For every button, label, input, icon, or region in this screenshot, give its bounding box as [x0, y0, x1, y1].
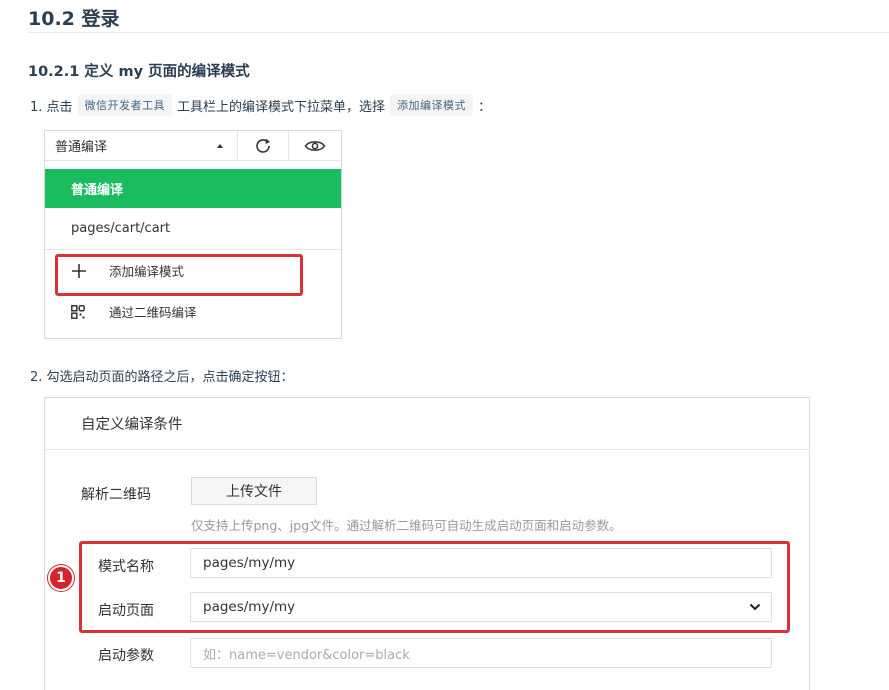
step-1-suffix: ： [478, 99, 492, 115]
annotation-highlight-add-mode [55, 254, 303, 296]
compile-mode-selected: 普通编译 [55, 140, 108, 155]
qr-parse-label: 解析二维码 [81, 487, 151, 503]
menu-item-label: 普通编译 [71, 183, 124, 198]
menu-item-normal-compile[interactable]: 普通编译 [45, 169, 341, 208]
menu-item-label: 通过二维码编译 [109, 305, 197, 320]
caret-up-icon [216, 143, 223, 148]
step-1: 1. 点击 微信开发者工具 工具栏上的编译模式下拉菜单，选择 添加编译模式 ： [30, 94, 491, 116]
heading-divider [28, 32, 889, 33]
dialog-title: 自定义编译条件 [45, 398, 809, 450]
menu-item-qrcode-compile[interactable]: 通过二维码编译 [45, 291, 341, 332]
step-number-badge: 1 [48, 565, 74, 591]
start-params-label: 启动参数 [98, 648, 154, 664]
compile-mode-select[interactable]: 普通编译 [45, 131, 238, 160]
code-add-compile-mode: 添加编译模式 [390, 94, 474, 116]
upload-hint: 仅支持上传png、jpg文件。通过解析二维码可自动生成启动页面和启动参数。 [191, 518, 622, 533]
preview-button[interactable] [289, 131, 341, 160]
step-1-middle: 工具栏上的编译模式下拉菜单，选择 [177, 99, 386, 115]
eye-icon [304, 140, 326, 151]
dropdown-toolbar: 普通编译 [45, 131, 341, 161]
step-2-text: 2. 勾选启动页面的路径之后，点击确定按钮： [30, 370, 294, 385]
subsection-heading: 10.2.1 定义 my 页面的编译模式 [28, 64, 250, 80]
start-params-input[interactable]: 如：name=vendor&color=black [190, 638, 772, 668]
step-1-prefix: 1. 点击 [30, 99, 73, 115]
section-heading: 10.2 登录 [28, 8, 120, 30]
code-wechat-devtools: 微信开发者工具 [77, 94, 173, 116]
menu-item-label: pages/cart/cart [71, 221, 171, 236]
annotation-highlight-mode-fields [79, 541, 790, 633]
menu-item-cart-page[interactable]: pages/cart/cart [45, 208, 341, 249]
step-2: 2. 勾选启动页面的路径之后，点击确定按钮： [30, 366, 294, 385]
start-params-placeholder: 如：name=vendor&color=black [203, 647, 410, 663]
upload-file-button[interactable]: 上传文件 [191, 477, 317, 505]
qrcode-icon [71, 304, 109, 319]
refresh-icon [256, 138, 270, 153]
refresh-button[interactable] [238, 131, 290, 160]
compile-mode-dropdown: 普通编译 普通编译 pages/cart/cart 添加编译模式 通过二维码编译 [44, 130, 342, 339]
